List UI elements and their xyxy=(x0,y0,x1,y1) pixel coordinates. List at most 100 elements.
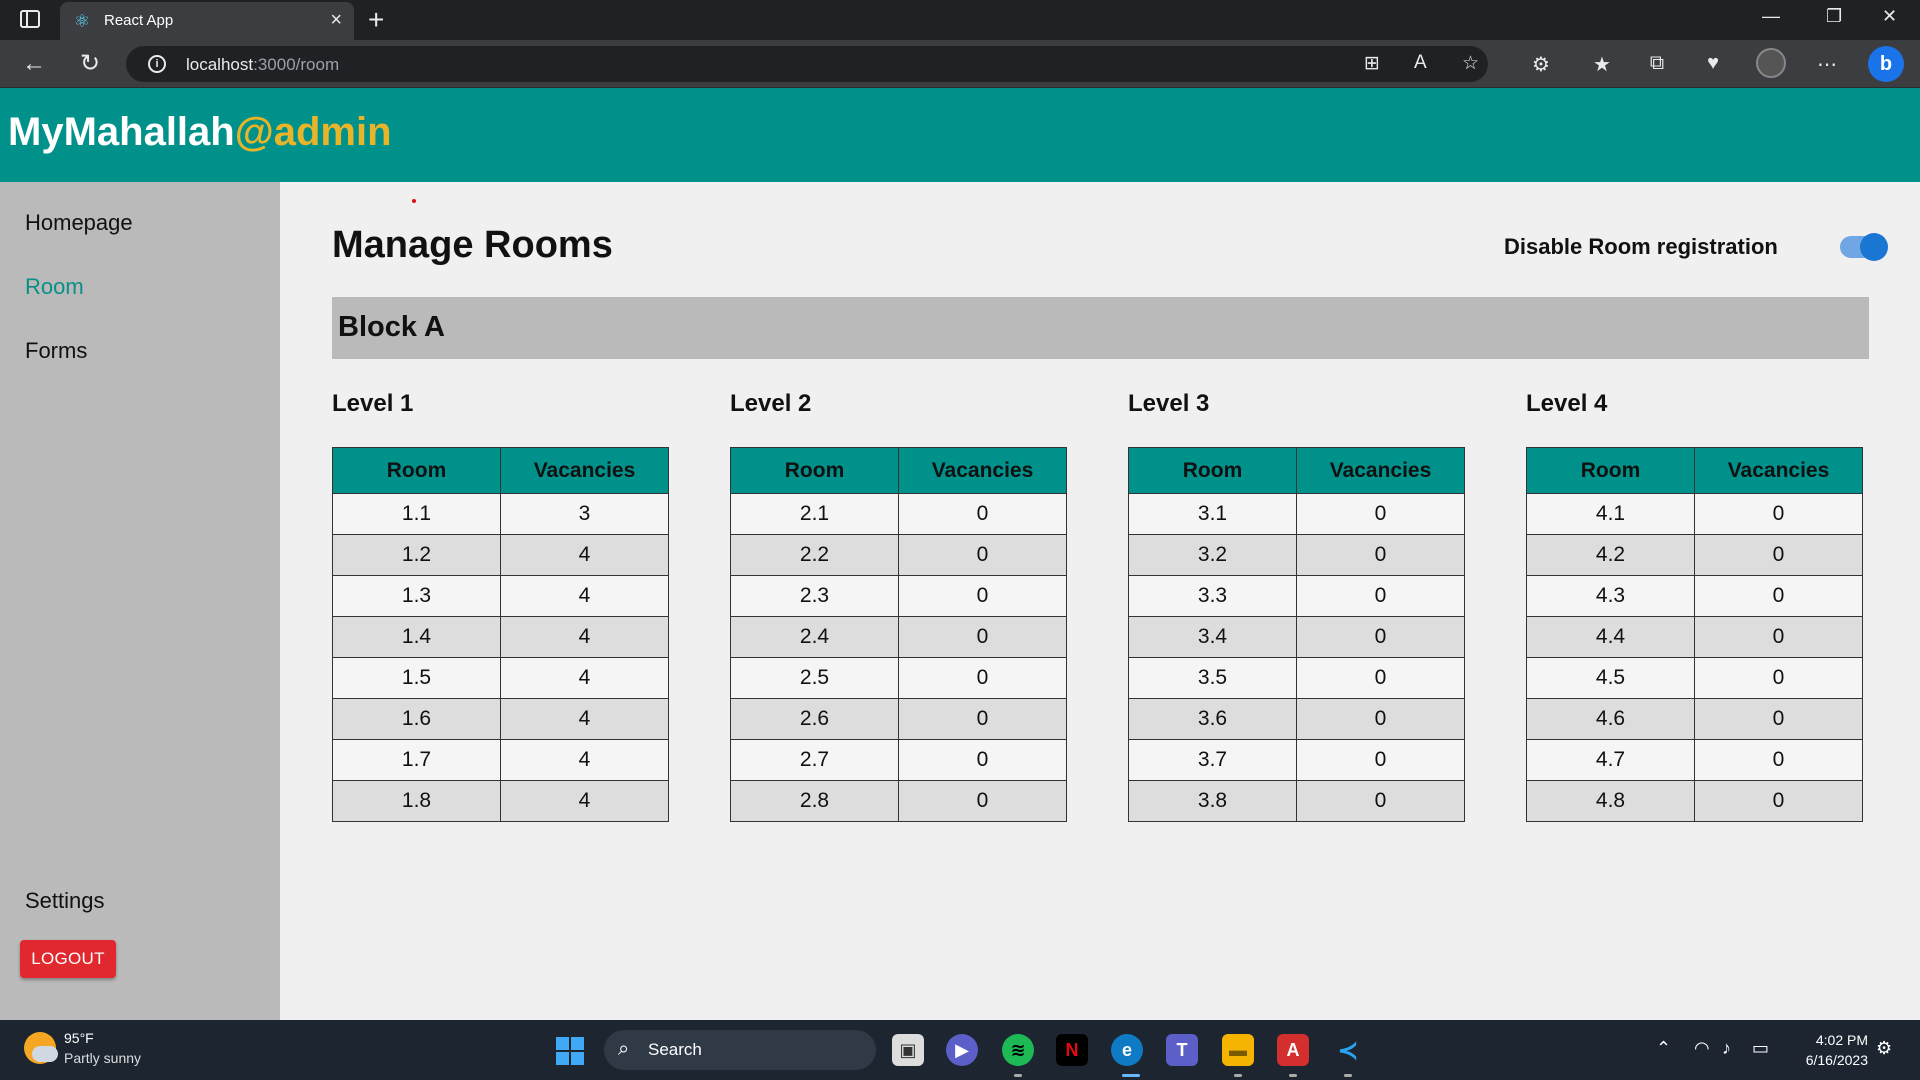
windows-start-icon[interactable] xyxy=(556,1037,584,1065)
table-row: 1.8 4 xyxy=(332,780,669,822)
vacancies-cell: 0 xyxy=(898,534,1067,576)
column-header-vacancies: Vacancies xyxy=(1694,447,1863,494)
url-text[interactable]: localhost:3000/room xyxy=(186,55,339,75)
room-number-cell: 4.7 xyxy=(1526,739,1695,781)
sidebar-item-forms[interactable]: Forms xyxy=(25,338,87,364)
room-number-cell: 2.7 xyxy=(730,739,899,781)
vacancies-cell: 0 xyxy=(1296,739,1465,781)
notifications-icon[interactable]: ⚙ xyxy=(1876,1038,1892,1059)
room-number-cell: 1.3 xyxy=(332,575,501,617)
table-row: 2.5 0 xyxy=(730,657,1067,699)
sidebar-item-room[interactable]: Room xyxy=(25,274,84,300)
column-header-vacancies: Vacancies xyxy=(898,447,1067,494)
extensions-icon[interactable]: ⚙ xyxy=(1528,52,1554,77)
vacancies-cell: 0 xyxy=(1694,780,1863,822)
more-options-icon[interactable]: ⋯ xyxy=(1814,52,1840,77)
vscode-icon[interactable]: ≺ xyxy=(1332,1034,1364,1066)
table-row: 2.2 0 xyxy=(730,534,1067,576)
tab-actions-icon[interactable] xyxy=(20,10,40,28)
room-number-cell: 2.3 xyxy=(730,575,899,617)
clock-time: 4:02 PM xyxy=(1815,1032,1868,1048)
room-number-cell: 1.1 xyxy=(332,493,501,535)
window-close-icon[interactable]: ✕ xyxy=(1882,6,1897,27)
vacancies-cell: 0 xyxy=(1296,616,1465,658)
level-section: Level 1 Room Vacancies 1.1 3 1.2 4 1.3 4 1.4 4 1.5 4… xyxy=(332,390,670,822)
table-row: 1.6 4 xyxy=(332,698,669,740)
room-number-cell: 1.4 xyxy=(332,616,501,658)
teams-chat-icon[interactable]: ▶ xyxy=(946,1034,978,1066)
bing-copilot-icon[interactable]: b xyxy=(1868,46,1904,82)
favorites-icon[interactable]: ★ xyxy=(1589,52,1615,77)
search-icon: ⌕ xyxy=(618,1038,630,1060)
react-favicon-icon: ⚛ xyxy=(73,11,91,31)
new-tab-icon[interactable]: + xyxy=(368,4,384,36)
browser-essentials-icon[interactable]: ♥ xyxy=(1700,52,1726,75)
read-aloud-icon[interactable]: A xyxy=(1414,52,1427,74)
netflix-icon[interactable]: N xyxy=(1056,1034,1088,1066)
restore-icon[interactable]: ❐ xyxy=(1826,6,1842,27)
vacancies-cell: 4 xyxy=(500,739,669,781)
profile-avatar[interactable] xyxy=(1756,48,1786,78)
file-explorer-icon[interactable]: ▬ xyxy=(1222,1034,1254,1066)
disable-registration-toggle[interactable] xyxy=(1840,233,1888,261)
room-number-cell: 1.2 xyxy=(332,534,501,576)
close-tab-icon[interactable]: × xyxy=(330,9,342,32)
table-row: 4.6 0 xyxy=(1526,698,1863,740)
room-number-cell: 2.2 xyxy=(730,534,899,576)
taskbar: 95°F Partly sunny ⌕ Search ▣ ▶ ≋ N e T ▬… xyxy=(0,1020,1920,1080)
wifi-icon[interactable]: ◠ xyxy=(1694,1038,1710,1059)
favorite-star-icon[interactable]: ☆ xyxy=(1462,52,1479,75)
battery-icon[interactable]: ▭ xyxy=(1752,1038,1769,1059)
table-row: 3.3 0 xyxy=(1128,575,1465,617)
browser-toolbar: ← ↻ i localhost:3000/room ⊞ A ☆ ⚙ ★ ⧉ ♥ … xyxy=(0,40,1920,88)
column-header-vacancies: Vacancies xyxy=(500,447,669,494)
vacancies-cell: 4 xyxy=(500,575,669,617)
edge-browser-icon[interactable]: e xyxy=(1111,1034,1143,1066)
url-path: :3000/room xyxy=(253,55,340,74)
room-number-cell: 3.5 xyxy=(1128,657,1297,699)
level-title: Level 3 xyxy=(1128,390,1210,417)
system-clock[interactable]: 4:02 PM 6/16/2023 xyxy=(1792,1030,1868,1070)
level-title: Level 4 xyxy=(1526,390,1608,417)
collections-icon[interactable]: ⧉ xyxy=(1644,52,1670,75)
cursor-dot xyxy=(412,199,416,203)
weather-partly-sunny-icon[interactable] xyxy=(24,1032,58,1064)
vacancies-cell: 4 xyxy=(500,616,669,658)
weather-condition[interactable]: Partly sunny xyxy=(64,1050,141,1066)
rooms-table: Room Vacancies 2.1 0 2.2 0 2.3 0 2.4 0 2.5 0 2.6 0 2.7… xyxy=(730,447,1067,822)
acrobat-icon[interactable]: A xyxy=(1277,1034,1309,1066)
weather-temperature[interactable]: 95°F xyxy=(64,1030,94,1046)
sidebar-item-homepage[interactable]: Homepage xyxy=(25,210,133,236)
taskbar-search[interactable]: ⌕ Search xyxy=(604,1030,876,1070)
teams-icon[interactable]: T xyxy=(1166,1034,1198,1066)
room-number-cell: 4.6 xyxy=(1526,698,1695,740)
site-info-icon[interactable]: i xyxy=(148,55,166,73)
spotify-running-indicator xyxy=(1014,1074,1022,1077)
task-view-icon[interactable]: ▣ xyxy=(892,1034,924,1066)
show-hidden-icons-icon[interactable]: ⌃ xyxy=(1656,1038,1671,1059)
table-row: 3.2 0 xyxy=(1128,534,1465,576)
minimize-icon[interactable]: — xyxy=(1762,6,1780,27)
room-number-cell: 2.1 xyxy=(730,493,899,535)
sidebar-item-settings[interactable]: Settings xyxy=(25,888,105,914)
table-row: 2.6 0 xyxy=(730,698,1067,740)
room-number-cell: 4.8 xyxy=(1526,780,1695,822)
url-host: localhost xyxy=(186,55,254,74)
back-icon[interactable]: ← xyxy=(18,48,50,80)
room-number-cell: 2.5 xyxy=(730,657,899,699)
edge-active-indicator xyxy=(1122,1074,1140,1077)
vacancies-cell: 0 xyxy=(898,657,1067,699)
app-available-icon[interactable]: ⊞ xyxy=(1364,52,1380,75)
room-number-cell: 3.2 xyxy=(1128,534,1297,576)
spotify-icon[interactable]: ≋ xyxy=(1002,1034,1034,1066)
address-bar[interactable]: i localhost:3000/room ⊞ A ☆ xyxy=(126,46,1488,82)
logout-button[interactable]: LOGOUT xyxy=(20,940,116,978)
refresh-icon[interactable]: ↻ xyxy=(74,48,106,80)
toggle-knob xyxy=(1860,233,1888,261)
table-row: 4.5 0 xyxy=(1526,657,1863,699)
vacancies-cell: 0 xyxy=(898,575,1067,617)
level-title: Level 1 xyxy=(332,390,414,417)
browser-tab[interactable]: ⚛ React App × xyxy=(60,2,354,40)
room-number-cell: 1.7 xyxy=(332,739,501,781)
volume-icon[interactable]: ♪ xyxy=(1722,1038,1731,1059)
